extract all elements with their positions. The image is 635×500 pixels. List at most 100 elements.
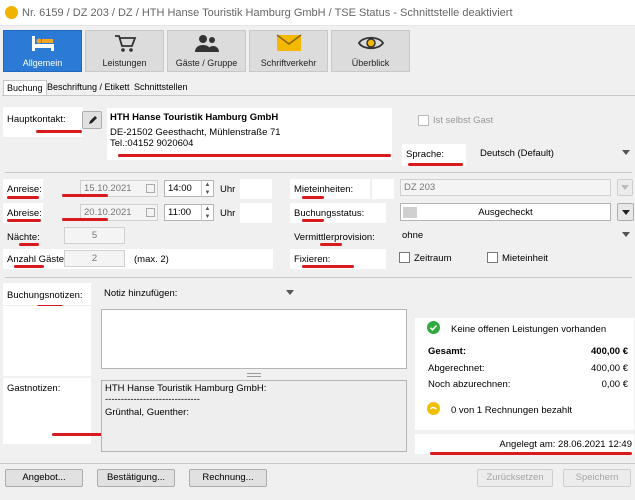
annotation-underline bbox=[302, 265, 354, 268]
add-note-select[interactable]: Notiz hinzufügen: bbox=[100, 285, 298, 302]
app-icon bbox=[5, 6, 18, 19]
total-label: Gesamt: bbox=[428, 346, 467, 357]
billed-label: Abgerechnet: bbox=[428, 363, 485, 374]
created-at: Angelegt am: 28.06.2021 12:49 bbox=[499, 439, 632, 450]
tab-schnittstellen[interactable]: Schnittstellen bbox=[131, 80, 191, 96]
contact-name: HTH Hanse Touristik Hamburg GmbH bbox=[110, 112, 279, 123]
label-box bbox=[240, 179, 272, 199]
chevron-down-icon bbox=[622, 150, 630, 155]
fix-label: Fixieren: bbox=[294, 254, 331, 265]
guest-notes-label: Gastnotizen: bbox=[7, 383, 61, 394]
tab-beschriftung[interactable]: Beschriftung / Etikett bbox=[44, 80, 133, 96]
toolbar-label: Allgemein bbox=[22, 58, 63, 68]
guest-note-line: ------------------------------ bbox=[105, 394, 200, 405]
chevron-down-icon bbox=[621, 185, 629, 190]
fix-unit-checkbox[interactable] bbox=[487, 252, 498, 263]
annotation-underline bbox=[320, 243, 342, 246]
tab-buchung[interactable]: Buchung bbox=[3, 80, 47, 96]
invoices-status: 0 von 1 Rechnungen bezahlt bbox=[451, 405, 572, 416]
divider bbox=[5, 172, 632, 173]
arrival-time-value: 14:00 bbox=[168, 183, 192, 194]
arrival-time-field[interactable]: 14:00 ▲ ▼ bbox=[164, 180, 214, 197]
fix-period-checkbox[interactable] bbox=[399, 252, 410, 263]
checkmark-icon bbox=[427, 321, 440, 334]
guest-notes-textarea[interactable]: HTH Hanse Touristik Hamburg GmbH: ------… bbox=[101, 380, 407, 452]
booking-notes-textarea[interactable] bbox=[101, 309, 407, 369]
label-box bbox=[240, 203, 272, 223]
arrival-date-value: 15.10.2021 bbox=[84, 183, 132, 194]
units-label: Mieteinheiten: bbox=[294, 184, 354, 195]
guest-note-line: Grünthal, Guenther: bbox=[105, 407, 189, 418]
guests-label: Anzahl Gäste: bbox=[7, 254, 67, 265]
add-note-label: Notiz hinzufügen: bbox=[104, 288, 178, 299]
invoice-button[interactable]: Rechnung... bbox=[189, 469, 267, 487]
units-dropdown-button[interactable] bbox=[617, 179, 633, 196]
annotation-underline bbox=[302, 219, 324, 222]
spinner-icon: ▲ ▼ bbox=[201, 181, 213, 196]
chevron-down-icon bbox=[622, 210, 630, 215]
annotation-underline bbox=[430, 452, 632, 455]
guest-note-line: HTH Hanse Touristik Hamburg GmbH: bbox=[105, 383, 267, 394]
tab-bar: Buchung Beschriftung / Etikett Schnittst… bbox=[0, 80, 635, 96]
label-box bbox=[372, 179, 394, 199]
open-value: 0,00 € bbox=[601, 379, 628, 390]
reset-button[interactable]: Zurücksetzen bbox=[477, 469, 553, 487]
toolbar-label: Schriftverkehr bbox=[260, 58, 317, 68]
status-label: Buchungsstatus: bbox=[294, 208, 365, 219]
toolbar-button-gaeste[interactable]: Gäste / Gruppe bbox=[167, 30, 246, 72]
departure-date-value: 20.10.2021 bbox=[84, 207, 132, 218]
save-button[interactable]: Speichern bbox=[563, 469, 631, 487]
toolbar-button-allgemein[interactable]: Allgemein bbox=[3, 30, 82, 72]
people-icon bbox=[168, 31, 245, 55]
contact-address: DE-21502 Geesthacht, Mühlenstraße 71 bbox=[110, 127, 281, 138]
status-value: Ausgecheckt bbox=[478, 207, 533, 218]
arrival-time-unit: Uhr bbox=[220, 184, 236, 195]
nights-label: Nächte: bbox=[7, 232, 40, 243]
language-select[interactable]: Deutsch (Default) bbox=[476, 145, 634, 163]
departure-time-unit: Uhr bbox=[220, 208, 236, 219]
toolbar-label: Gäste / Gruppe bbox=[175, 58, 238, 68]
offer-button[interactable]: Angebot... bbox=[5, 469, 83, 487]
departure-label: Abreise: bbox=[7, 208, 42, 219]
booking-panel: Hauptkontakt: HTH Hanse Touristik Hambur… bbox=[2, 95, 635, 460]
departure-time-field[interactable]: 11:00 ▲ ▼ bbox=[164, 204, 214, 221]
confirmation-button[interactable]: Bestätigung... bbox=[97, 469, 175, 487]
window-title: Nr. 6159 / DZ 203 / DZ / HTH Hanse Touri… bbox=[22, 7, 513, 19]
edit-contact-button[interactable] bbox=[82, 111, 102, 129]
fix-period-label: Zeitraum bbox=[414, 253, 452, 264]
commission-value: ohne bbox=[402, 230, 424, 241]
toolbar-button-leistungen[interactable]: Leistungen bbox=[85, 30, 164, 72]
pencil-icon bbox=[88, 116, 97, 124]
annotation-underline bbox=[14, 265, 44, 268]
arrival-label: Anreise: bbox=[7, 184, 42, 195]
summary-status: Keine offenen Leistungen vorhanden bbox=[451, 324, 607, 335]
bed-icon bbox=[4, 31, 81, 55]
toolbar-label: Überblick bbox=[351, 58, 390, 68]
coin-icon bbox=[427, 402, 440, 415]
resize-grip-icon[interactable] bbox=[247, 373, 261, 377]
toolbar-button-schriftverkehr[interactable]: Schriftverkehr bbox=[249, 30, 328, 72]
commission-select[interactable]: ohne bbox=[398, 227, 634, 245]
annotation-underline bbox=[52, 433, 104, 436]
annotation-underline bbox=[19, 243, 39, 246]
language-label: Sprache: bbox=[406, 149, 445, 160]
toolbar-button-ueberblick[interactable]: Überblick bbox=[331, 30, 410, 72]
total-value: 400,00 € bbox=[591, 346, 628, 357]
units-field[interactable]: DZ 203 bbox=[400, 179, 611, 196]
annotation-underline bbox=[36, 130, 82, 133]
open-label: Noch abzurechnen: bbox=[428, 379, 511, 390]
annotation-underline bbox=[118, 154, 391, 157]
annotation-underline bbox=[408, 163, 463, 166]
guests-field[interactable]: 2 bbox=[64, 250, 125, 267]
status-dropdown-button[interactable] bbox=[617, 203, 634, 221]
divider bbox=[5, 277, 632, 278]
guests-max: (max. 2) bbox=[134, 254, 169, 265]
divider bbox=[0, 463, 635, 464]
booking-notes-label: Buchungsnotizen: bbox=[7, 290, 83, 301]
title-bar: Nr. 6159 / DZ 203 / DZ / HTH Hanse Touri… bbox=[0, 0, 635, 26]
commission-label: Vermittlerprovision: bbox=[294, 232, 375, 243]
self-guest-checkbox[interactable] bbox=[418, 115, 429, 126]
status-field[interactable]: Ausgecheckt bbox=[400, 203, 611, 221]
spinner-icon: ▲ ▼ bbox=[201, 205, 213, 220]
annotation-underline bbox=[62, 218, 108, 221]
